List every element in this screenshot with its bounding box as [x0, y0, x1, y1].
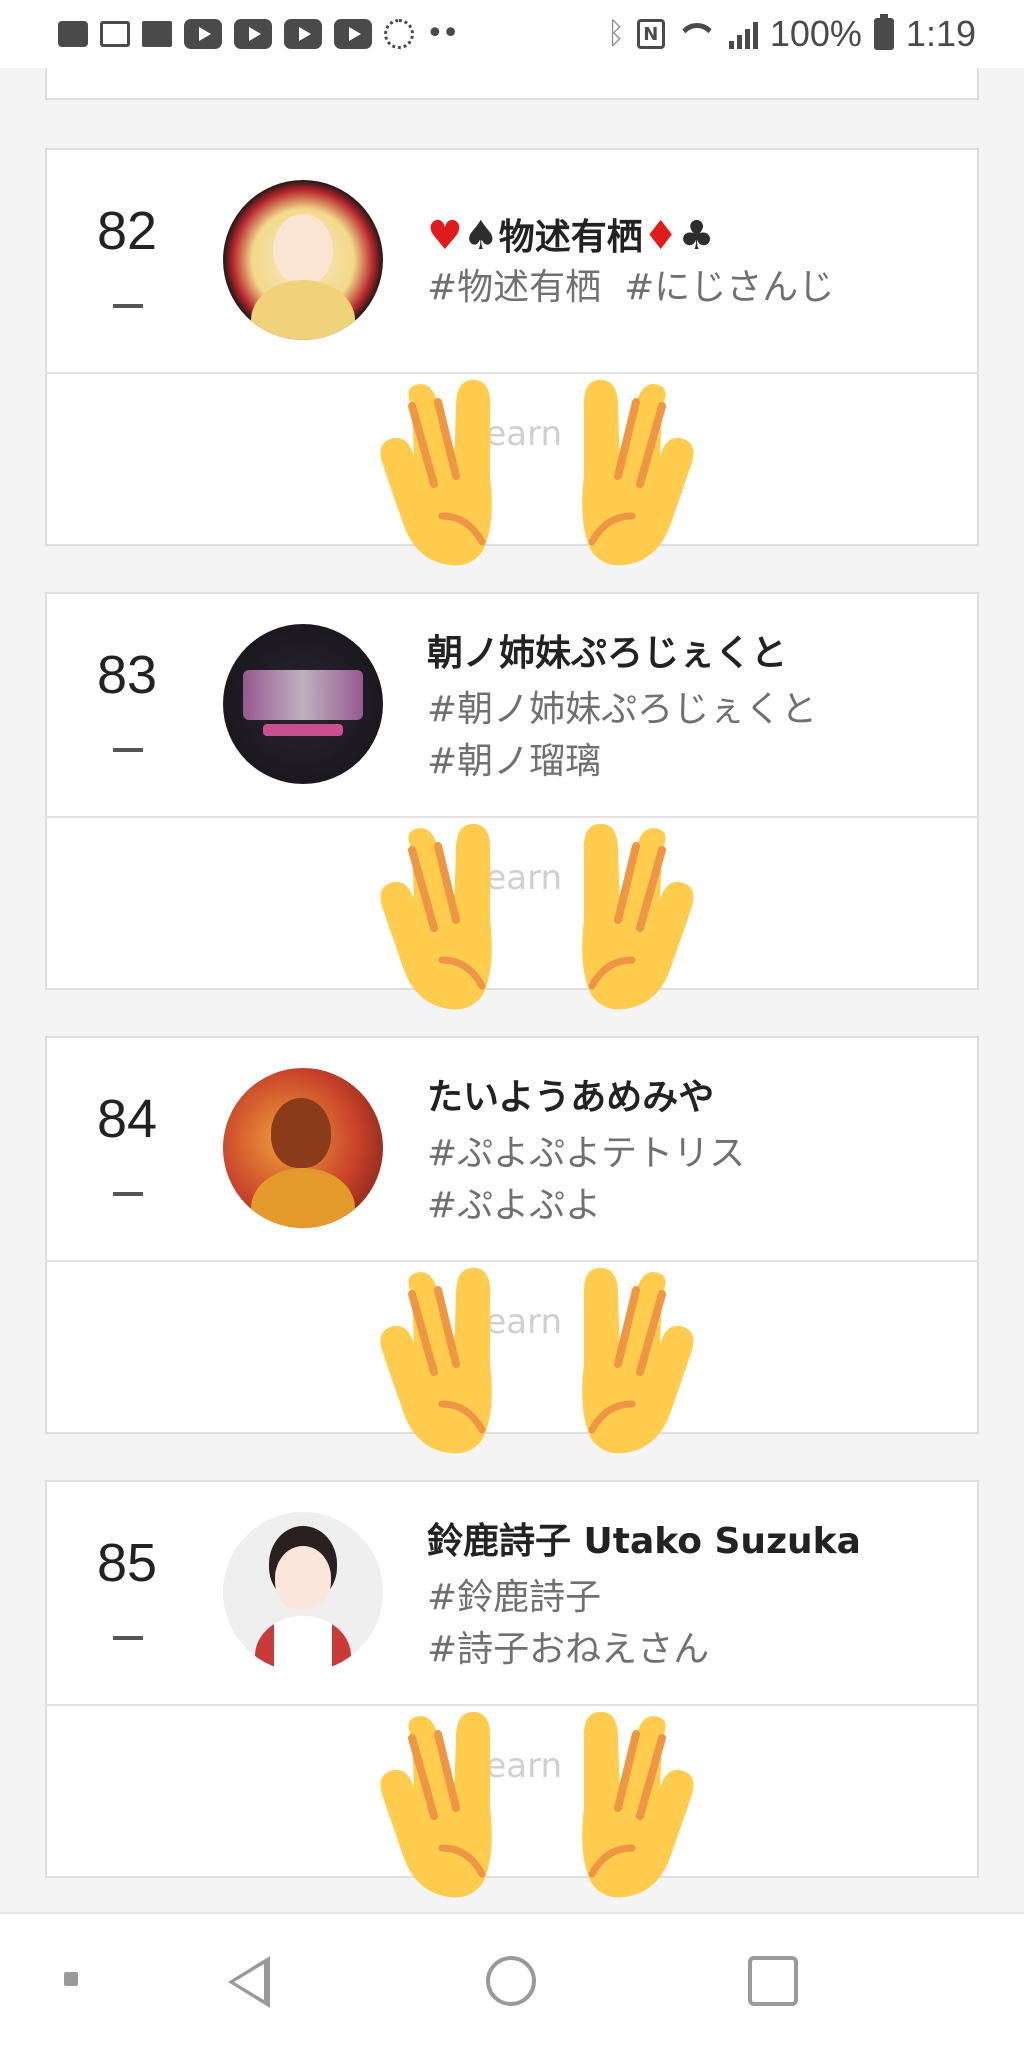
avatar[interactable] — [223, 180, 383, 340]
battery-percent: 100% — [769, 13, 862, 54]
raising-hands-emoji-icon — [380, 1267, 694, 1454]
ranking-card[interactable]: 85 鈴鹿詩子 Utako Suzuka #鈴鹿詩子 #詩子おねえさん Lear… — [45, 1480, 979, 1898]
ranking-card[interactable]: 82 ♥♠物述有栖♦♣ #物述有栖 #にじさんじ Learn — [45, 148, 979, 566]
hashtags[interactable]: #物述有栖 #にじさんじ — [427, 258, 834, 310]
channel-name[interactable]: 朝ノ姉妹ぷろじぇくと — [427, 624, 787, 676]
hashtag[interactable]: #詩子おねえさん — [427, 1620, 709, 1672]
nav-indicator-icon — [64, 1972, 78, 1986]
clock: 1:19 — [905, 13, 976, 54]
navigation-bar — [0, 1912, 1024, 2050]
tv-icon — [58, 21, 88, 47]
card-footer[interactable]: Learn — [47, 818, 977, 1010]
card-header: 83 朝ノ姉妹ぷろじぇくと #朝ノ姉妹ぷろじぇくと #朝ノ瑠璃 — [47, 594, 977, 818]
rank-number: 85 — [96, 1533, 158, 1593]
hashtag[interactable]: #鈴鹿詩子 — [427, 1568, 601, 1620]
youtube-icon — [184, 19, 222, 49]
card-header: 82 ♥♠物述有栖♦♣ #物述有栖 #にじさんじ — [47, 150, 977, 374]
system-status: ᛒ N 100% 1:19 — [607, 13, 976, 55]
rank-number: 84 — [96, 1089, 158, 1149]
status-bar: •• ᛒ N 100% 1:19 — [0, 0, 1024, 68]
more-dots-icon: •• — [426, 16, 459, 51]
rank-change-indicator — [113, 748, 143, 752]
card-header: 85 鈴鹿詩子 Utako Suzuka #鈴鹿詩子 #詩子おねえさん — [47, 1482, 977, 1706]
wifi-icon — [677, 19, 717, 49]
hashtag[interactable]: #朝ノ姉妹ぷろじぇくと — [427, 680, 817, 732]
raising-hands-emoji-icon — [380, 1711, 694, 1898]
card-footer[interactable]: Learn — [47, 374, 977, 566]
rank-change-indicator — [113, 304, 143, 308]
recent-apps-square-icon[interactable] — [748, 1956, 798, 2006]
signal-icon — [728, 19, 758, 49]
ranking-card[interactable]: 84 たいようあめみや #ぷよぷよテトリス #ぷよぷよ Learn — [45, 1036, 979, 1454]
avatar[interactable] — [223, 624, 383, 784]
hashtag[interactable]: #ぷよぷよ — [427, 1176, 601, 1228]
card-footer[interactable]: Learn — [47, 1706, 977, 1898]
channel-name[interactable]: 鈴鹿詩子 Utako Suzuka — [427, 1512, 861, 1564]
previous-card-bottom — [45, 68, 979, 100]
youtube-icon — [234, 19, 272, 49]
notification-icons: •• — [58, 16, 459, 51]
raising-hands-emoji-icon — [380, 379, 694, 566]
rank-change-indicator — [113, 1192, 143, 1196]
battery-icon — [873, 14, 894, 50]
raising-hands-emoji-icon — [380, 823, 694, 1010]
nfc-icon: N — [636, 19, 665, 49]
card-header: 84 たいようあめみや #ぷよぷよテトリス #ぷよぷよ — [47, 1038, 977, 1262]
channel-name[interactable]: ♥♠物述有栖♦♣ — [427, 208, 714, 260]
image-icon — [100, 21, 130, 47]
rank-change-indicator — [113, 1636, 143, 1640]
mail-icon — [142, 21, 172, 47]
card-footer[interactable]: Learn — [47, 1262, 977, 1454]
youtube-icon — [284, 19, 322, 49]
channel-name[interactable]: たいようあめみや — [427, 1068, 714, 1120]
youtube-icon — [334, 19, 372, 49]
rank-number: 83 — [96, 645, 158, 705]
ranking-card[interactable]: 83 朝ノ姉妹ぷろじぇくと #朝ノ姉妹ぷろじぇくと #朝ノ瑠璃 Learn — [45, 592, 979, 1010]
back-triangle-icon[interactable] — [228, 1956, 270, 2008]
sync-icon — [384, 19, 414, 49]
hashtag[interactable]: #物述有栖 — [427, 267, 601, 308]
bluetooth-icon: ᛒ — [606, 16, 625, 51]
home-circle-icon[interactable] — [486, 1956, 536, 2006]
hashtag[interactable]: #ぷよぷよテトリス — [427, 1124, 745, 1176]
hashtag[interactable]: #にじさんじ — [624, 267, 834, 308]
avatar[interactable] — [223, 1068, 383, 1228]
rank-number: 82 — [96, 201, 158, 261]
hashtag[interactable]: #朝ノ瑠璃 — [427, 732, 601, 784]
avatar[interactable] — [223, 1512, 383, 1672]
